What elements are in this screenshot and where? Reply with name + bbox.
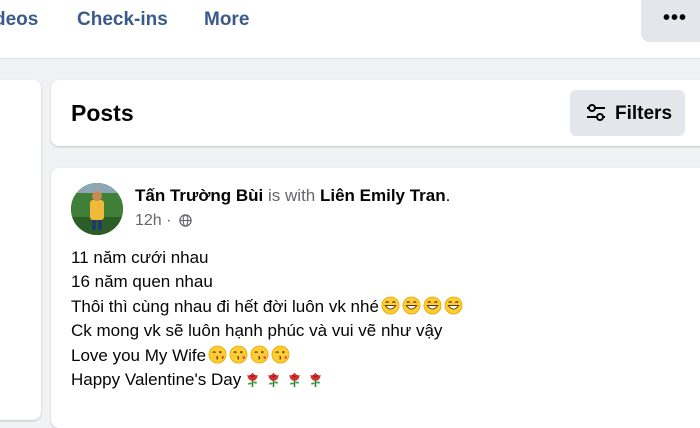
grinning-face-icon <box>402 296 421 320</box>
post-line: Happy Valentine's Day <box>71 369 463 393</box>
more-options-button[interactable]: ••• <box>641 0 700 42</box>
with-text: is with <box>268 186 316 205</box>
post-line-text: Love you My Wife <box>71 345 207 365</box>
post-line-text: 16 năm quen nhau <box>71 272 213 292</box>
filters-label: Filters <box>615 103 673 124</box>
kissing-face-icon <box>271 345 290 369</box>
post-line: Love you My Wife <box>71 345 463 369</box>
tab-check-ins[interactable]: Check-ins <box>77 9 168 31</box>
author-name-link[interactable]: Tấn Trường Bùi <box>135 186 263 205</box>
filters-button[interactable]: Filters <box>570 90 685 136</box>
kissing-face-icon <box>229 345 248 369</box>
post-timestamp[interactable]: 12h · <box>135 212 171 229</box>
grinning-face-icon <box>444 296 463 320</box>
post-author-line: Tấn Trường Bùi is with Liên Emily Tran. <box>135 186 450 206</box>
globe-icon <box>179 214 192 227</box>
post-line-text: 11 năm cưới nhau <box>71 248 209 267</box>
posts-header-card: Posts Filters <box>51 80 700 146</box>
profile-tab-bar: deos Check-ins More ••• <box>0 0 700 59</box>
rose-icon <box>285 369 304 393</box>
tab-more[interactable]: More <box>204 9 249 31</box>
avatar[interactable] <box>71 183 123 235</box>
post-line: 16 năm quen nhau <box>71 272 463 296</box>
post-line: Thôi thì cùng nhau đi hết đời luôn vk nh… <box>71 296 463 320</box>
sliders-icon <box>587 104 605 121</box>
post-text: 11 năm cưới nhau 16 năm quen nhau Thôi thì… <box>71 248 463 393</box>
avatar-image <box>71 183 123 235</box>
rose-icon <box>264 369 283 393</box>
kissing-face-icon <box>250 345 269 369</box>
post-line-text: Happy Valentine's Day <box>71 369 242 389</box>
intro-card <box>0 80 41 420</box>
grinning-face-icon <box>381 296 400 320</box>
rose-icon <box>243 369 262 393</box>
post-line: Ck mong vk sẽ luôn hạnh phúc và vui vẽ n… <box>71 321 463 345</box>
post-line-text: Thôi thì cùng nhau đi hết đời luôn vk nh… <box>71 297 379 317</box>
post-card: Tấn Trường Bùi is with Liên Emily Tran. … <box>51 168 700 428</box>
rose-icon <box>306 369 325 393</box>
posts-title: Posts <box>71 100 134 126</box>
post-line: 11 năm cưới nhau <box>71 248 463 272</box>
grinning-face-icon <box>423 296 442 320</box>
tagged-person-link[interactable]: Liên Emily Tran <box>320 186 446 205</box>
post-line-text: Ck mong vk sẽ luôn hạnh phúc và vui vẽ n… <box>71 320 443 340</box>
post-meta: 12h · <box>135 212 192 230</box>
ellipsis-icon: ••• <box>663 7 688 29</box>
tab-videos[interactable]: deos <box>0 9 38 31</box>
period: . <box>445 186 451 205</box>
kissing-face-icon <box>208 345 227 369</box>
